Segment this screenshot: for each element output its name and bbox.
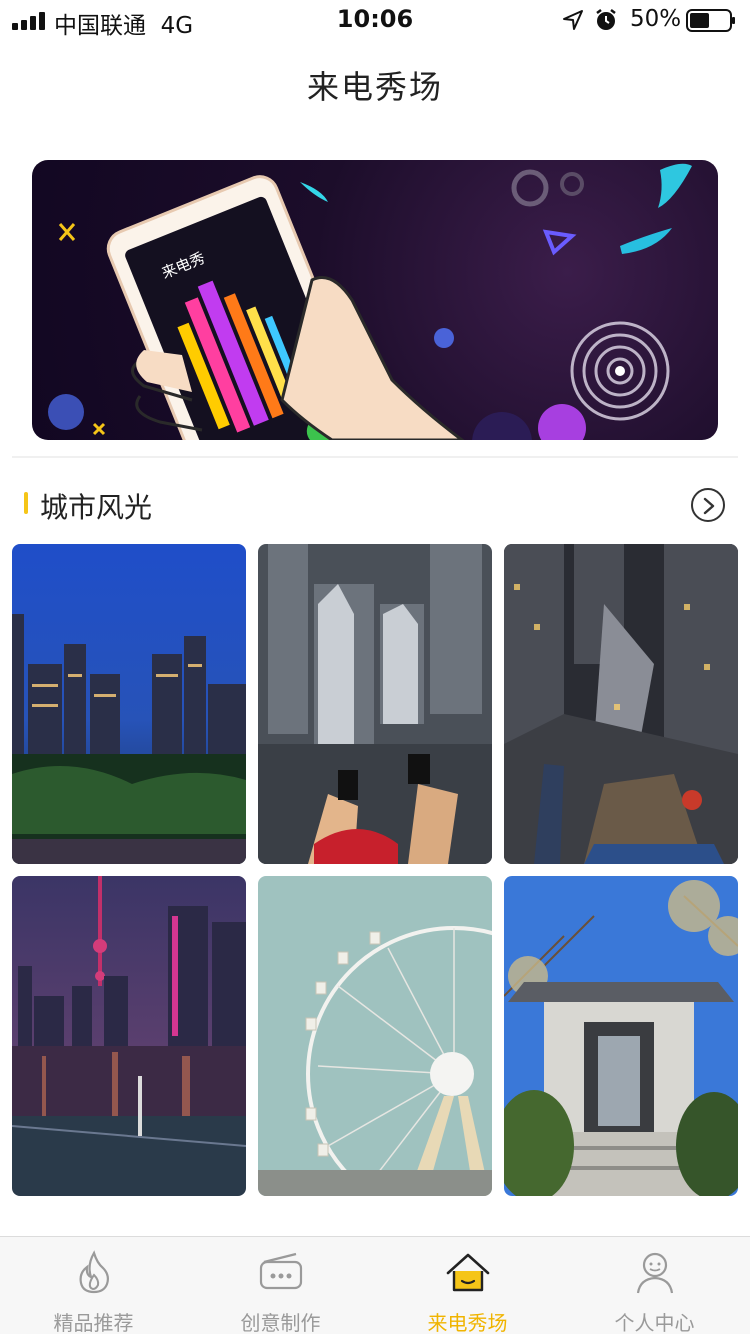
tab-label: 创意制作 (240, 1311, 321, 1334)
gallery-item-shanghai-bund-night[interactable] (12, 876, 246, 1196)
location-icon (563, 10, 583, 30)
battery-icon (686, 9, 735, 32)
tab-bar: 精品推荐 创意制作 来电秀场 个人中心 (0, 1236, 750, 1334)
tab-call-show[interactable]: 来电秀场 (374, 1237, 561, 1334)
gallery-item-rooftop-view-feet[interactable] (258, 544, 492, 864)
alarm-icon (596, 9, 616, 30)
page-title: 来电秀场 (306, 68, 443, 106)
gallery-item-city-night-skyline[interactable] (12, 544, 246, 864)
user-icon (636, 1252, 674, 1294)
gallery-item-ferris-wheel[interactable] (258, 876, 492, 1196)
gallery-item-garden-gate[interactable] (504, 876, 738, 1196)
tab-label: 个人中心 (614, 1311, 695, 1334)
tab-label: 来电秀场 (427, 1311, 508, 1334)
gallery-item-rooftop-street-view[interactable] (504, 544, 738, 864)
section-title: 城市风光 (40, 491, 153, 524)
divider (12, 456, 738, 458)
home-icon (446, 1253, 490, 1292)
radio-icon (259, 1252, 303, 1290)
chevron-right-circle-icon[interactable] (691, 488, 725, 522)
tab-create[interactable]: 创意制作 (187, 1237, 374, 1334)
banner-carousel[interactable]: 来电秀 (32, 160, 718, 440)
tab-label: 精品推荐 (53, 1311, 134, 1334)
status-bar: 中国联通 4G 10:06 50% (0, 0, 750, 40)
section-accent-bar (24, 492, 28, 514)
phone-hand-illustration: 来电秀 (48, 163, 692, 440)
flame-icon (79, 1250, 109, 1294)
tab-featured[interactable]: 精品推荐 (0, 1237, 187, 1334)
battery-percentage: 50% (630, 6, 682, 32)
tab-profile[interactable]: 个人中心 (561, 1237, 748, 1334)
